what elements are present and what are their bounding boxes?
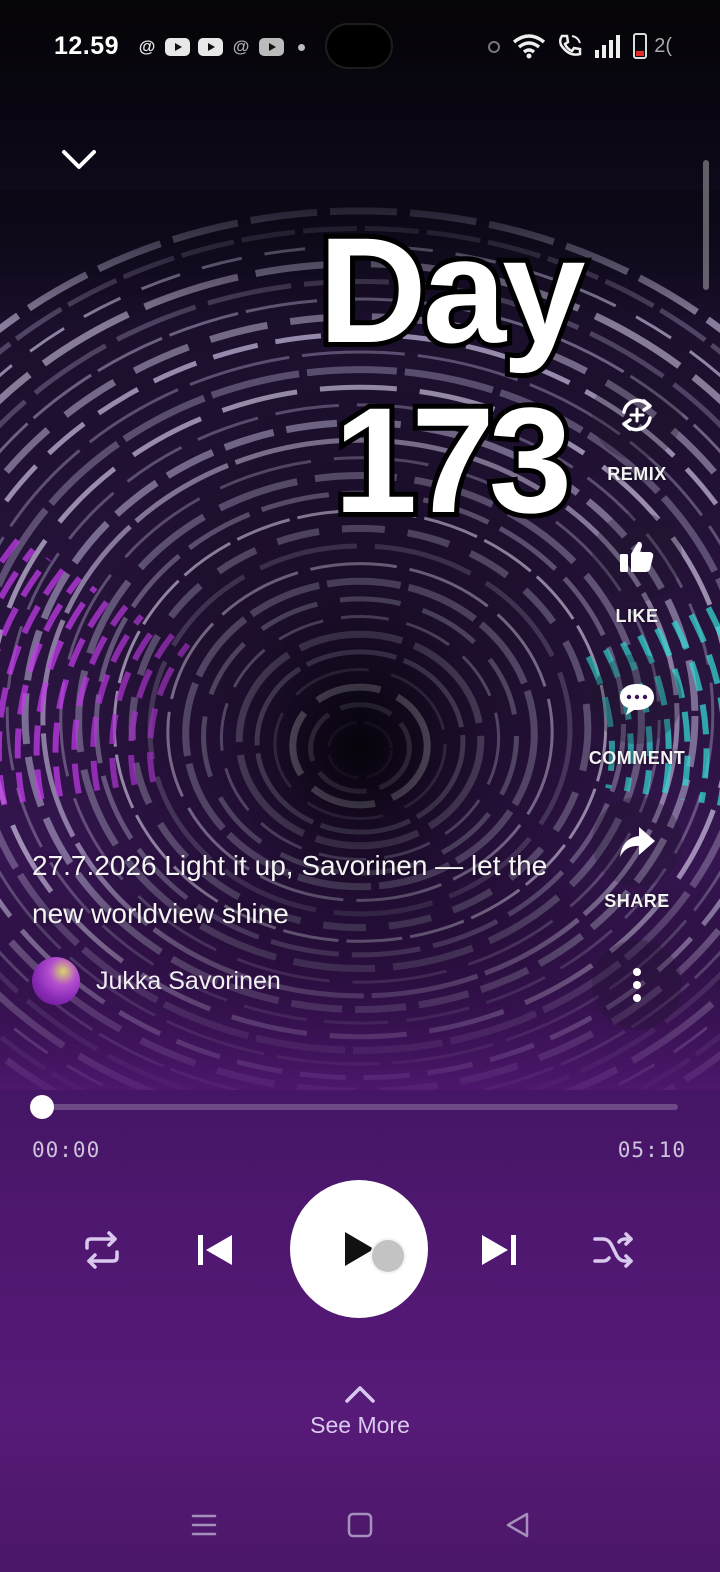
more-vertical-icon: [633, 968, 641, 1002]
youtube-icon: [259, 38, 284, 56]
artist-row[interactable]: Jukka Savorinen: [32, 955, 281, 1007]
total-duration: 05:10: [617, 1138, 686, 1162]
like-button[interactable]: LIKE: [582, 512, 692, 627]
thumbs-up-icon: [620, 541, 654, 572]
wifi-call-icon: [559, 34, 582, 56]
more-options-button[interactable]: [582, 940, 692, 1030]
status-bar: 12.59 @ @ 2(: [0, 0, 720, 95]
youtube-icon: [165, 38, 190, 56]
menu-lines-icon: [191, 1514, 217, 1536]
remix-label: REMIX: [607, 464, 667, 484]
threads-icon: @: [232, 37, 250, 56]
skip-previous-icon: [198, 1235, 232, 1265]
repeat-button[interactable]: [72, 1220, 132, 1280]
collapse-player-button[interactable]: [56, 140, 102, 180]
track-caption: 27.7.2026 Light it up, Savorinen — let t…: [32, 850, 548, 929]
remix-icon: [622, 398, 652, 432]
skip-next-icon: [482, 1235, 516, 1265]
progress-bar[interactable]: [30, 1095, 678, 1119]
chevron-down-icon: [62, 150, 96, 169]
chevron-up-icon: [345, 1386, 375, 1403]
share-button[interactable]: SHARE: [582, 797, 692, 912]
signal-icon: [595, 35, 621, 58]
day-label: Day: [313, 206, 590, 374]
comment-button-circle: [592, 654, 682, 744]
remix-button[interactable]: REMIX: [582, 370, 692, 485]
alarm-icon: [488, 41, 501, 53]
see-more-button[interactable]: See More: [260, 1385, 460, 1439]
next-track-button[interactable]: [468, 1220, 528, 1280]
touch-indicator: [370, 1238, 406, 1274]
battery-level: 2(: [654, 34, 672, 57]
more-notifications-dot-icon: [298, 43, 305, 51]
scroll-indicator[interactable]: [703, 160, 709, 290]
day-number: 173: [329, 376, 577, 544]
see-more-label: See More: [310, 1412, 410, 1438]
back-button[interactable]: [498, 1508, 538, 1542]
previous-track-button[interactable]: [186, 1220, 246, 1280]
share-button-circle: [592, 797, 682, 887]
youtube-icon: [198, 38, 223, 56]
status-time: 12.59: [54, 32, 120, 60]
day-counter-overlay: Day 173: [300, 206, 600, 544]
system-navigation-bar: [0, 1500, 720, 1550]
system-icons: 2(: [487, 33, 672, 59]
repeat-icon: [85, 1231, 119, 1269]
progress-handle[interactable]: [30, 1095, 54, 1119]
remix-button-circle: [592, 370, 682, 460]
current-time: 00:00: [32, 1138, 101, 1162]
battery-icon: [633, 33, 648, 59]
like-button-circle: [592, 512, 682, 602]
triangle-back-icon: [506, 1512, 529, 1538]
comment-button[interactable]: COMMENT: [582, 654, 692, 769]
front-camera-cutout: [325, 23, 393, 69]
more-options-circle: [592, 940, 682, 1030]
player-screen: 12.59 @ @ 2(Day 173 REMIX LIKE COMMENT …: [0, 0, 720, 1572]
artist-name[interactable]: Jukka Savorinen: [96, 967, 281, 996]
shuffle-button[interactable]: [584, 1220, 644, 1280]
share-label: SHARE: [604, 891, 670, 911]
square-home-icon: [347, 1512, 373, 1538]
share-arrow-icon: [620, 827, 655, 857]
artist-avatar[interactable]: [32, 957, 80, 1005]
recent-apps-button[interactable]: [184, 1508, 224, 1542]
comment-label: COMMENT: [588, 748, 686, 768]
comment-icon: [620, 684, 654, 715]
shuffle-icon: [593, 1232, 633, 1268]
wifi-icon: [513, 34, 546, 59]
notification-icons: @ @: [137, 36, 305, 58]
like-label: LIKE: [615, 606, 659, 626]
play-button[interactable]: [290, 1180, 428, 1318]
threads-icon: @: [138, 37, 156, 56]
home-button[interactable]: [340, 1508, 380, 1542]
